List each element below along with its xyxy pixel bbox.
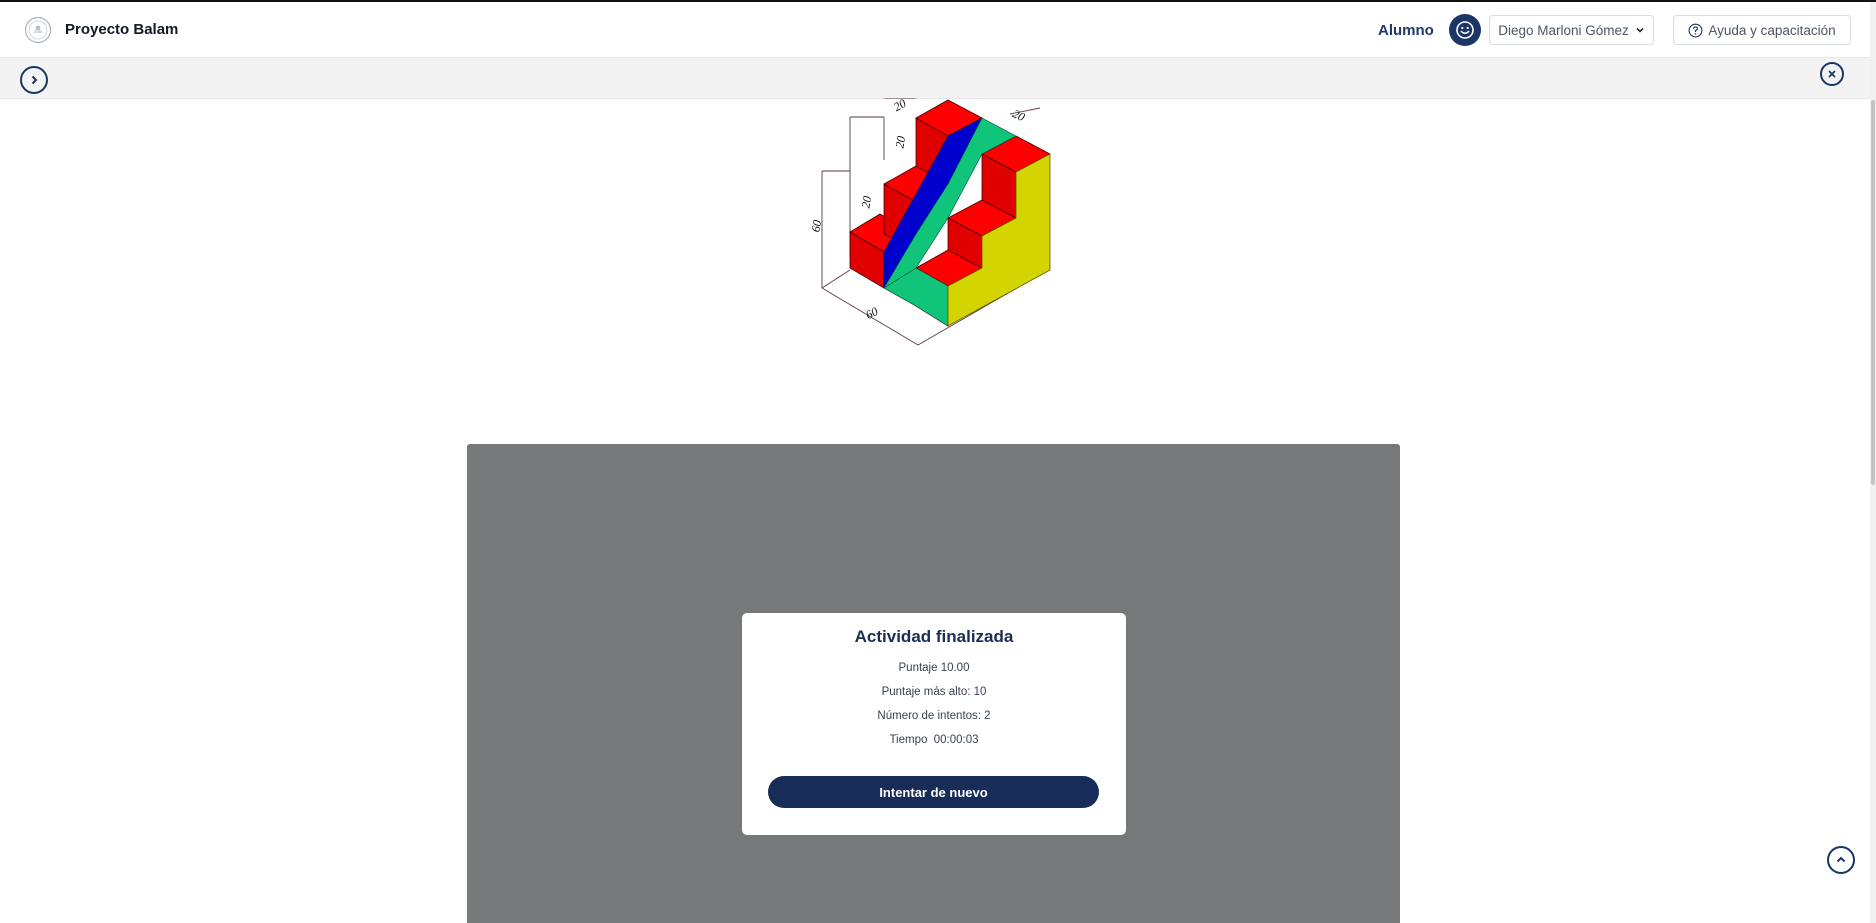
- result-title: Actividad finalizada: [854, 627, 1014, 646]
- chevron-down-icon: [1636, 27, 1644, 33]
- dimension-label-top-1: 20: [891, 98, 908, 114]
- close-icon: [1828, 70, 1836, 78]
- high-score-text: Puntaje más alto: 10: [881, 686, 987, 698]
- user-role-label: Alumno: [1378, 22, 1434, 39]
- time-text: Tiempo 00:00:03: [889, 734, 979, 746]
- dimension-label-left-1: 20: [892, 135, 908, 149]
- scroll-to-top-button[interactable]: [1827, 846, 1855, 874]
- attempts-text: Número de intentos: 2: [877, 710, 991, 722]
- activity-toolbar: [0, 58, 1870, 99]
- page-scrollbar-thumb[interactable]: [1871, 100, 1875, 485]
- retry-button[interactable]: Intentar de nuevo: [768, 776, 1099, 808]
- user-name-label: Diego Marloni Gómez: [1498, 22, 1629, 38]
- dimension-label-bottom: 60: [863, 304, 880, 322]
- chevron-up-icon: [1836, 856, 1846, 863]
- help-label: Ayuda y capacitación: [1708, 22, 1836, 38]
- question-circle-icon: [1688, 23, 1703, 37]
- close-activity-button[interactable]: [1820, 62, 1844, 86]
- isometric-staircase-figure: 20 20 20 20 60 60: [808, 98, 1051, 346]
- score-text: Puntaje 10.00: [898, 662, 970, 674]
- brand-title[interactable]: Proyecto Balam: [65, 21, 178, 38]
- user-menu-button[interactable]: Diego Marloni Gómez: [1489, 15, 1654, 45]
- expand-sidebar-button[interactable]: [20, 66, 48, 94]
- avatar[interactable]: [1449, 14, 1481, 46]
- university-seal-icon[interactable]: [24, 16, 52, 44]
- top-navbar: Proyecto Balam Alumno Diego Marloni Góme…: [0, 2, 1870, 58]
- dimension-label-left-2: 20: [858, 195, 874, 209]
- help-training-button[interactable]: Ayuda y capacitación: [1673, 15, 1851, 45]
- dimension-label-height: 60: [808, 219, 824, 233]
- result-dialog: Actividad finalizada Puntaje 10.00 Punta…: [742, 613, 1126, 835]
- smiley-icon: [1456, 21, 1474, 39]
- dimension-label-top-2: 20: [1010, 106, 1027, 124]
- chevron-right-icon: [31, 75, 38, 85]
